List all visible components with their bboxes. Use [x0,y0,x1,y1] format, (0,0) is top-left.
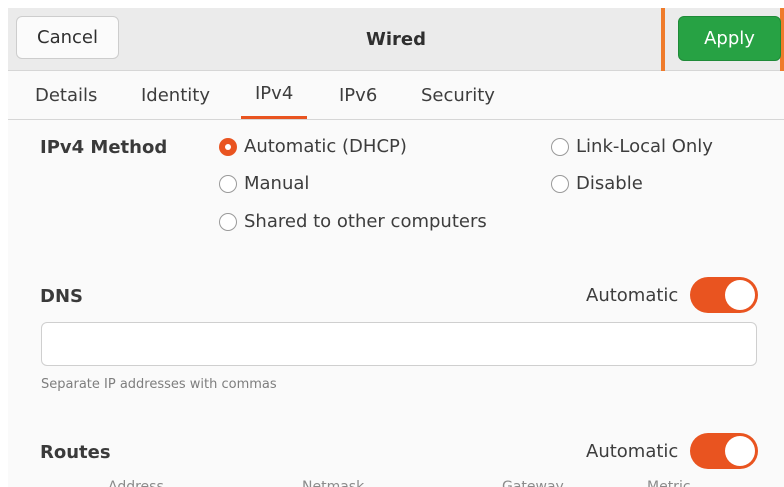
radio-unchecked-icon [219,174,237,193]
dns-automatic-label: Automatic [586,285,679,306]
radio-checked-icon [219,137,237,156]
apply-button[interactable]: Apply [678,16,781,61]
radio-label: Link-Local Only [576,136,713,157]
routes-column-gateway: Gateway [502,479,564,487]
radio-label: Shared to other computers [244,211,487,232]
switch-knob [725,280,755,310]
routes-automatic-switch[interactable] [690,433,758,469]
routes-automatic-label: Automatic [586,441,679,462]
ipv4-method-label: IPv4 Method [40,137,168,158]
radio-automatic-dhcp[interactable]: Automatic (DHCP) [219,136,407,157]
cancel-button[interactable]: Cancel [16,16,119,59]
radio-manual[interactable]: Manual [219,173,309,194]
radio-shared-to-other-computers[interactable]: Shared to other computers [219,211,487,232]
routes-column-metric: Metric [647,479,691,487]
radio-unchecked-icon [551,137,569,156]
settings-window: Cancel Wired Apply Details Identity IPv4… [8,8,784,487]
switch-knob [725,436,755,466]
tab-ipv4[interactable]: IPv4 [241,71,308,119]
dns-input[interactable] [41,322,757,366]
radio-unchecked-icon [219,212,237,231]
radio-disable[interactable]: Disable [551,173,643,194]
tab-security[interactable]: Security [421,71,495,119]
dns-label: DNS [40,286,83,307]
dns-hint: Separate IP addresses with commas [41,377,277,392]
radio-unchecked-icon [551,174,569,193]
routes-column-address: Address [108,479,164,487]
radio-label: Disable [576,173,643,194]
radio-link-local-only[interactable]: Link-Local Only [551,136,713,157]
tab-identity[interactable]: Identity [141,71,210,119]
radio-label: Automatic (DHCP) [244,136,407,157]
tab-details[interactable]: Details [35,71,97,119]
radio-label: Manual [244,173,310,194]
routes-column-netmask: Netmask [302,479,365,487]
dns-automatic-switch[interactable] [690,277,758,313]
ipv4-settings-panel: IPv4 Method Automatic (DHCP) Link-Local … [8,120,784,487]
routes-label: Routes [40,442,111,463]
tab-ipv6[interactable]: IPv6 [339,71,377,119]
tab-bar: Details Identity IPv4 IPv6 Security [8,71,784,120]
